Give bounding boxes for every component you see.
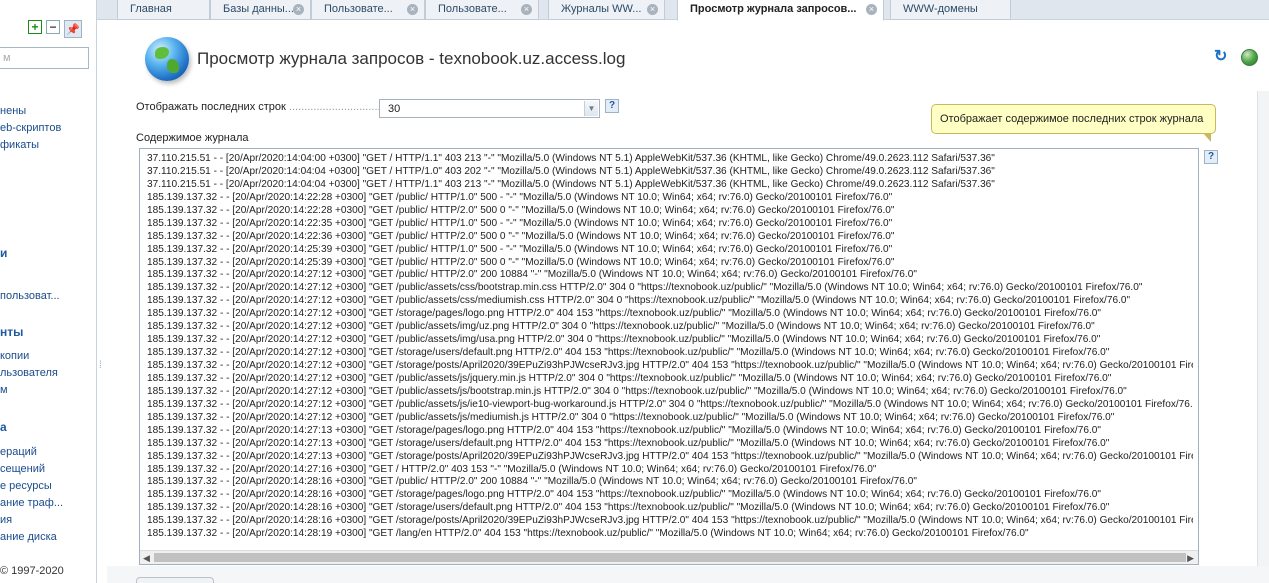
chevron-down-icon[interactable]: ▼ <box>584 101 598 116</box>
menu-search-input[interactable]: м <box>0 47 89 69</box>
close-icon[interactable]: × <box>293 4 304 15</box>
log-line: 185.139.137.32 - - [20/Apr/2020:14:25:39… <box>147 256 895 268</box>
log-line: 185.139.137.32 - - [20/Apr/2020:14:28:16… <box>147 502 1110 514</box>
log-line: 185.139.137.32 - - [20/Apr/2020:14:27:13… <box>147 424 1101 436</box>
page-title: Просмотр журнала запросов - texnobook.uz… <box>197 49 626 68</box>
lines-count-select[interactable]: 30 ▼ <box>379 99 600 118</box>
log-line: 37.110.215.51 - - [20/Apr/2020:14:04:04 … <box>147 178 995 190</box>
close-icon[interactable]: × <box>647 4 658 15</box>
pin-icon[interactable]: 📌 <box>64 20 82 38</box>
action-button[interactable] <box>136 577 214 583</box>
button-bar <box>107 566 1269 583</box>
log-line: 185.139.137.32 - - [20/Apr/2020:14:28:19… <box>147 528 1029 540</box>
log-line: 37.110.215.51 - - [20/Apr/2020:14:04:04 … <box>147 165 995 177</box>
main-content: Просмотр журнала запросов - texnobook.uz… <box>107 21 1269 583</box>
log-line: 185.139.137.32 - - [20/Apr/2020:14:27:12… <box>147 308 1101 320</box>
close-icon[interactable]: × <box>866 4 877 15</box>
log-line: 185.139.137.32 - - [20/Apr/2020:14:27:13… <box>147 450 1193 462</box>
log-line: 185.139.137.32 - - [20/Apr/2020:14:27:12… <box>147 411 1115 423</box>
tab-www-logs[interactable]: Журналы WW... × <box>548 0 665 20</box>
horizontal-scrollbar[interactable]: ◀ ▶ <box>140 550 1198 564</box>
tab-label: Базы данны... <box>223 3 294 15</box>
tab-label: Журналы WW... <box>561 3 642 15</box>
web-icon[interactable] <box>1241 49 1258 66</box>
panel-resize-handle[interactable]: ⁞ <box>99 360 107 371</box>
tab-bar: Главная Базы данны... × Пользовате... × По… <box>97 0 1269 21</box>
log-content-textarea[interactable]: 37.110.215.51 - - [20/Apr/2020:14:04:00 … <box>139 148 1199 565</box>
log-line: 185.139.137.32 - - [20/Apr/2020:14:27:12… <box>147 334 1101 346</box>
sidebar-item[interactable]: нены <box>0 105 26 117</box>
help-icon[interactable]: ? <box>605 99 619 113</box>
tooltip-pointer <box>1203 133 1211 142</box>
globe-icon <box>145 37 189 81</box>
sidebar-item[interactable]: копии <box>0 350 29 362</box>
close-icon[interactable]: × <box>407 4 418 15</box>
scroll-left-icon[interactable]: ◀ <box>143 553 150 564</box>
tab-label: Пользовате... <box>324 3 393 15</box>
log-line: 185.139.137.32 - - [20/Apr/2020:14:27:12… <box>147 385 1127 397</box>
tab-users-2[interactable]: Пользовате... × <box>425 0 539 20</box>
sidebar-section-heading: а <box>0 420 7 434</box>
log-lines: 37.110.215.51 - - [20/Apr/2020:14:04:00 … <box>147 153 1193 541</box>
log-line: 185.139.137.32 - - [20/Apr/2020:14:27:12… <box>147 360 1193 371</box>
tab-label: Главная <box>130 3 172 15</box>
log-line: 185.139.137.32 - - [20/Apr/2020:14:22:36… <box>147 230 895 242</box>
log-line: 185.139.137.32 - - [20/Apr/2020:14:27:12… <box>147 372 1112 384</box>
tab-users-1[interactable]: Пользовате... × <box>311 0 425 20</box>
sidebar-item[interactable]: фикаты <box>0 139 39 151</box>
log-line: 185.139.137.32 - - [20/Apr/2020:14:22:28… <box>147 191 893 203</box>
log-line: 185.139.137.32 - - [20/Apr/2020:14:27:12… <box>147 282 1143 294</box>
sidebar-item[interactable]: ия <box>0 514 12 526</box>
log-line: 185.139.137.32 - - [20/Apr/2020:14:28:16… <box>147 476 917 488</box>
sidebar-item[interactable]: ераций <box>0 446 37 458</box>
scroll-right-icon[interactable]: ▶ <box>1187 553 1194 564</box>
left-navigation-panel: + − 📌 м нены eb-скриптов фикаты и пользоват.… <box>0 0 97 583</box>
sidebar-item[interactable]: льзователя <box>0 367 58 379</box>
tooltip: Отображает содержимое последних строк жу… <box>931 104 1216 134</box>
sidebar-item[interactable]: eb-скриптов <box>0 122 61 134</box>
sidebar-item[interactable]: ание диска <box>0 531 57 543</box>
sidebar-item[interactable]: пользоват... <box>0 290 60 302</box>
tab-label: Просмотр журнала запросов... <box>690 3 857 15</box>
scrollbar-thumb[interactable] <box>154 553 1186 562</box>
sidebar-item[interactable]: ание траф... <box>0 497 63 509</box>
log-line: 185.139.137.32 - - [20/Apr/2020:14:22:28… <box>147 204 895 216</box>
help-icon[interactable]: ? <box>1204 150 1218 164</box>
log-line: 185.139.137.32 - - [20/Apr/2020:14:27:12… <box>147 269 917 281</box>
tree-toolbar: + − 📌 <box>28 20 82 38</box>
tab-home[interactable]: Главная <box>117 0 210 20</box>
lines-count-label: Отображать последних строк .............… <box>136 101 399 113</box>
sidebar-section-heading: нты <box>0 325 24 339</box>
log-line: 37.110.215.51 - - [20/Apr/2020:14:04:00 … <box>147 153 995 164</box>
log-line: 185.139.137.32 - - [20/Apr/2020:14:27:12… <box>147 295 1131 307</box>
log-line: 185.139.137.32 - - [20/Apr/2020:14:27:12… <box>147 398 1193 410</box>
log-line: 185.139.137.32 - - [20/Apr/2020:14:27:12… <box>147 321 1095 333</box>
log-line: 185.139.137.32 - - [20/Apr/2020:14:25:39… <box>147 243 893 255</box>
log-line: 185.139.137.32 - - [20/Apr/2020:14:27:12… <box>147 347 1110 359</box>
log-content-label: Содержимое журнала <box>136 132 249 144</box>
sidebar-item[interactable]: е ресурсы <box>0 480 52 492</box>
sidebar-section-heading: и <box>0 246 8 260</box>
right-splitter[interactable] <box>1257 91 1269 583</box>
log-line: 185.139.137.32 - - [20/Apr/2020:14:28:16… <box>147 489 1101 501</box>
log-line: 185.139.137.32 - - [20/Apr/2020:14:22:35… <box>147 217 893 229</box>
tab-request-log-view[interactable]: Просмотр журнала запросов... × <box>677 0 884 21</box>
log-line: 185.139.137.32 - - [20/Apr/2020:14:28:16… <box>147 515 1193 527</box>
tab-databases[interactable]: Базы данны... × <box>210 0 311 20</box>
log-line: 185.139.137.32 - - [20/Apr/2020:14:27:16… <box>147 463 877 475</box>
sidebar-item[interactable]: м <box>0 384 8 396</box>
log-line: 185.139.137.32 - - [20/Apr/2020:14:27:13… <box>147 437 1110 449</box>
tab-www-domains[interactable]: WWW-домены <box>890 0 1011 20</box>
close-icon[interactable]: × <box>521 4 532 15</box>
lines-count-value: 30 <box>388 103 401 115</box>
tab-label: WWW-домены <box>903 3 978 15</box>
copyright: © 1997-2020 <box>0 565 64 577</box>
refresh-icon[interactable]: ↻ <box>1214 49 1230 65</box>
collapse-all-icon[interactable]: − <box>46 20 60 34</box>
sidebar-item[interactable]: сещений <box>0 463 45 475</box>
tab-label: Пользовате... <box>438 3 507 15</box>
expand-all-icon[interactable]: + <box>28 20 42 34</box>
